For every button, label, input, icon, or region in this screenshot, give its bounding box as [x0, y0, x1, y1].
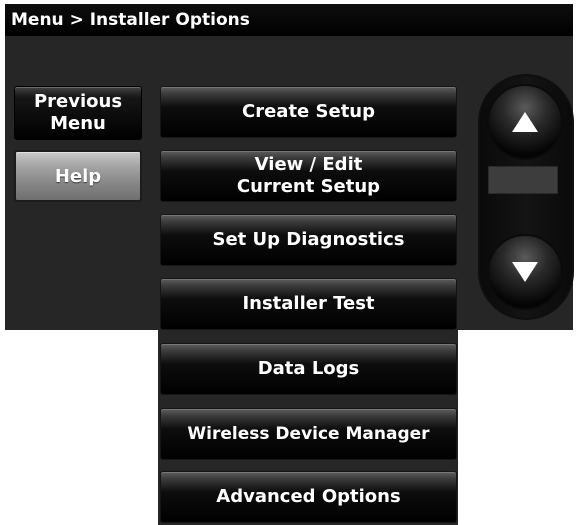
- help-label: Help: [54, 165, 102, 187]
- menu-item-label-line2: Current Setup: [236, 176, 381, 197]
- menu-item-label: Advanced Options: [216, 486, 401, 507]
- scroll-up-button[interactable]: [487, 84, 563, 160]
- arrow-down-icon: [512, 262, 538, 282]
- menu-item-label: Data Logs: [257, 358, 360, 379]
- breadcrumb: Menu > Installer Options: [11, 10, 250, 30]
- menu-item-set-up-diagnostics[interactable]: Set Up Diagnostics: [160, 214, 457, 266]
- menu-item-label: Installer Test: [242, 293, 375, 314]
- menu-item-installer-test[interactable]: Installer Test: [160, 278, 457, 330]
- scroll-position-indicator: [488, 166, 558, 194]
- menu-item-create-setup[interactable]: Create Setup: [160, 86, 457, 138]
- menu-item-advanced-options[interactable]: Advanced Options: [160, 471, 457, 523]
- title-bar: Menu > Installer Options: [5, 4, 573, 36]
- scroll-down-button[interactable]: [487, 234, 563, 310]
- menu-item-data-logs[interactable]: Data Logs: [160, 343, 457, 395]
- menu-item-wireless-device-manager[interactable]: Wireless Device Manager: [160, 408, 457, 460]
- arrow-up-icon: [512, 112, 538, 132]
- menu-item-label-line1: View / Edit: [254, 154, 363, 175]
- menu-item-view-edit-current-setup[interactable]: View / Edit Current Setup: [160, 150, 457, 202]
- help-button[interactable]: Help: [14, 150, 142, 202]
- menu-item-label: Create Setup: [242, 101, 375, 122]
- previous-menu-label-line1: Previous: [33, 91, 123, 112]
- menu-item-label: Set Up Diagnostics: [212, 229, 405, 250]
- menu-item-label: Wireless Device Manager: [187, 424, 430, 444]
- previous-menu-label-line2: Menu: [50, 113, 106, 134]
- previous-menu-button[interactable]: Previous Menu: [14, 86, 142, 140]
